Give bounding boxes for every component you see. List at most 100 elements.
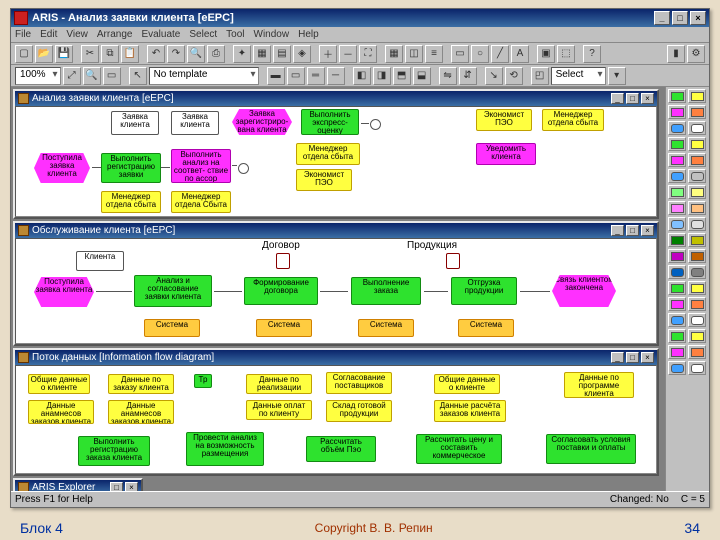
node-info[interactable]: Склад готовой продукции (326, 400, 392, 422)
template-combo[interactable]: No template (149, 67, 259, 85)
connector-and-icon[interactable] (238, 163, 249, 174)
menu-window[interactable]: Window (254, 29, 290, 40)
node-doc[interactable]: Заявка клиента (111, 111, 159, 135)
menu-help[interactable]: Help (298, 29, 319, 40)
palette-shape-35[interactable] (688, 361, 706, 375)
minimize-button[interactable]: _ (654, 11, 670, 25)
properties-icon[interactable]: ⚙ (687, 45, 705, 63)
zoom-region-icon[interactable]: 🔍 (83, 67, 101, 85)
pointer-icon[interactable]: ↖ (129, 67, 147, 85)
doc-max-2[interactable]: □ (626, 352, 639, 363)
cut-icon[interactable]: ✂ (81, 45, 99, 63)
arrange-a-icon[interactable]: ◧ (353, 67, 371, 85)
node-func[interactable]: Формирование договора (244, 277, 318, 305)
palette-shape-14[interactable] (668, 201, 686, 215)
node-event[interactable]: Поступила заявка клиента (34, 277, 94, 307)
palette-shape-12[interactable] (668, 185, 686, 199)
palette-shape-34[interactable] (668, 361, 686, 375)
palette-shape-11[interactable] (688, 169, 706, 183)
menu-edit[interactable]: Edit (40, 29, 57, 40)
doc-min-2[interactable]: _ (611, 352, 624, 363)
group-icon[interactable]: ⬚ (557, 45, 575, 63)
arrange-d-icon[interactable]: ⬓ (413, 67, 431, 85)
doc-max-1[interactable]: □ (626, 225, 639, 236)
zoom-actual-icon[interactable]: ⤢ (63, 67, 81, 85)
palette-shape-7[interactable] (688, 137, 706, 151)
maximize-button[interactable]: □ (672, 11, 688, 25)
text-tool-icon[interactable]: A (511, 45, 529, 63)
doc-restore-3[interactable]: □ (110, 482, 123, 492)
palette-shape-25[interactable] (688, 281, 706, 295)
node-doc-icon[interactable] (446, 253, 460, 269)
doc-min-0[interactable]: _ (611, 93, 624, 104)
menu-arrange[interactable]: Arrange (97, 29, 133, 40)
palette-shape-2[interactable] (668, 105, 686, 119)
node-org[interactable]: Экономист ПЭО (296, 169, 352, 191)
node-func[interactable]: Выполнение заказа (351, 277, 421, 305)
tool-c-icon[interactable]: ▤ (273, 45, 291, 63)
palette-shape-27[interactable] (688, 297, 706, 311)
palette-shape-10[interactable] (668, 169, 686, 183)
palette-shape-28[interactable] (668, 313, 686, 327)
canvas-1[interactable]: Договор Продукция Клиента Поступила заяв… (15, 238, 657, 344)
palette-shape-4[interactable] (668, 121, 686, 135)
flip-v-icon[interactable]: ⇵ (459, 67, 477, 85)
line-tool-icon[interactable]: ╱ (491, 45, 509, 63)
palette-shape-33[interactable] (688, 345, 706, 359)
node-func[interactable]: Выполнить анализ на соответ- ствие по ас… (171, 149, 231, 183)
palette-shape-3[interactable] (688, 105, 706, 119)
flip-h-icon[interactable]: ⇋ (439, 67, 457, 85)
palette-shape-20[interactable] (668, 249, 686, 263)
palette-shape-31[interactable] (688, 329, 706, 343)
open-icon[interactable]: 📂 (35, 45, 53, 63)
more-icon[interactable]: ▾ (608, 67, 626, 85)
palette-shape-16[interactable] (668, 217, 686, 231)
palette-shape-32[interactable] (668, 345, 686, 359)
node-info[interactable]: Данные оплат по клиенту (246, 400, 312, 420)
zoom-page-icon[interactable]: ▭ (103, 67, 121, 85)
menu-select[interactable]: Select (189, 29, 217, 40)
close-button[interactable]: × (690, 11, 706, 25)
palette-shape-6[interactable] (668, 137, 686, 151)
tool-a-icon[interactable]: ✦ (233, 45, 251, 63)
circle-tool-icon[interactable]: ○ (471, 45, 489, 63)
zoom-combo[interactable]: 100% (15, 67, 61, 85)
style-b-icon[interactable]: ▭ (287, 67, 305, 85)
node-info[interactable]: Данные анамнесов заказов клиента (108, 400, 174, 424)
palette-toggle-icon[interactable]: ▮ (667, 45, 685, 63)
palette-shape-8[interactable] (668, 153, 686, 167)
node-event[interactable]: Связь клиентом закончена (552, 275, 616, 307)
copy-icon[interactable]: ⧉ (101, 45, 119, 63)
node-org[interactable]: Экономист ПЭО (476, 109, 532, 131)
print-icon[interactable]: ⎙ (207, 45, 225, 63)
new-icon[interactable]: ▢ (15, 45, 33, 63)
palette-shape-30[interactable] (668, 329, 686, 343)
node-func[interactable]: Отгрузка продукции (451, 277, 517, 305)
menu-evaluate[interactable]: Evaluate (141, 29, 180, 40)
palette-shape-22[interactable] (668, 265, 686, 279)
palette-shape-1[interactable] (688, 89, 706, 103)
node-org[interactable]: Менеджер отдела Сбыта (171, 191, 231, 213)
node-info[interactable]: Данные по реализации (246, 374, 312, 394)
snap-icon[interactable]: ◫ (405, 45, 423, 63)
palette-shape-13[interactable] (688, 185, 706, 199)
node-func[interactable]: Выполнить регистрацию заказа клиента (78, 436, 150, 466)
canvas-2[interactable]: Общие данные о клиенте Данные по заказу … (15, 365, 657, 474)
node-info[interactable]: Данные анамнесов заказов клиента (28, 400, 94, 424)
redo-icon[interactable]: ↷ (167, 45, 185, 63)
node-func[interactable]: Согласовать условия поставки и оплаты (546, 434, 636, 464)
node-sys[interactable]: Система (358, 319, 414, 337)
grid-icon[interactable]: ▦ (385, 45, 403, 63)
palette-shape-15[interactable] (688, 201, 706, 215)
select-combo[interactable]: Select (551, 67, 606, 85)
node-info[interactable]: Согласование поставщиков (326, 372, 392, 394)
palette-shape-19[interactable] (688, 233, 706, 247)
palette-shape-0[interactable] (668, 89, 686, 103)
palette-shape-17[interactable] (688, 217, 706, 231)
style-d-icon[interactable]: ─ (327, 67, 345, 85)
palette-shape-5[interactable] (688, 121, 706, 135)
layer-icon[interactable]: ▣ (537, 45, 555, 63)
node-info[interactable]: Данные по заказу клиента (108, 374, 174, 394)
node-info[interactable]: Данные по программе клиента (564, 372, 634, 398)
paste-icon[interactable]: 📋 (121, 45, 139, 63)
